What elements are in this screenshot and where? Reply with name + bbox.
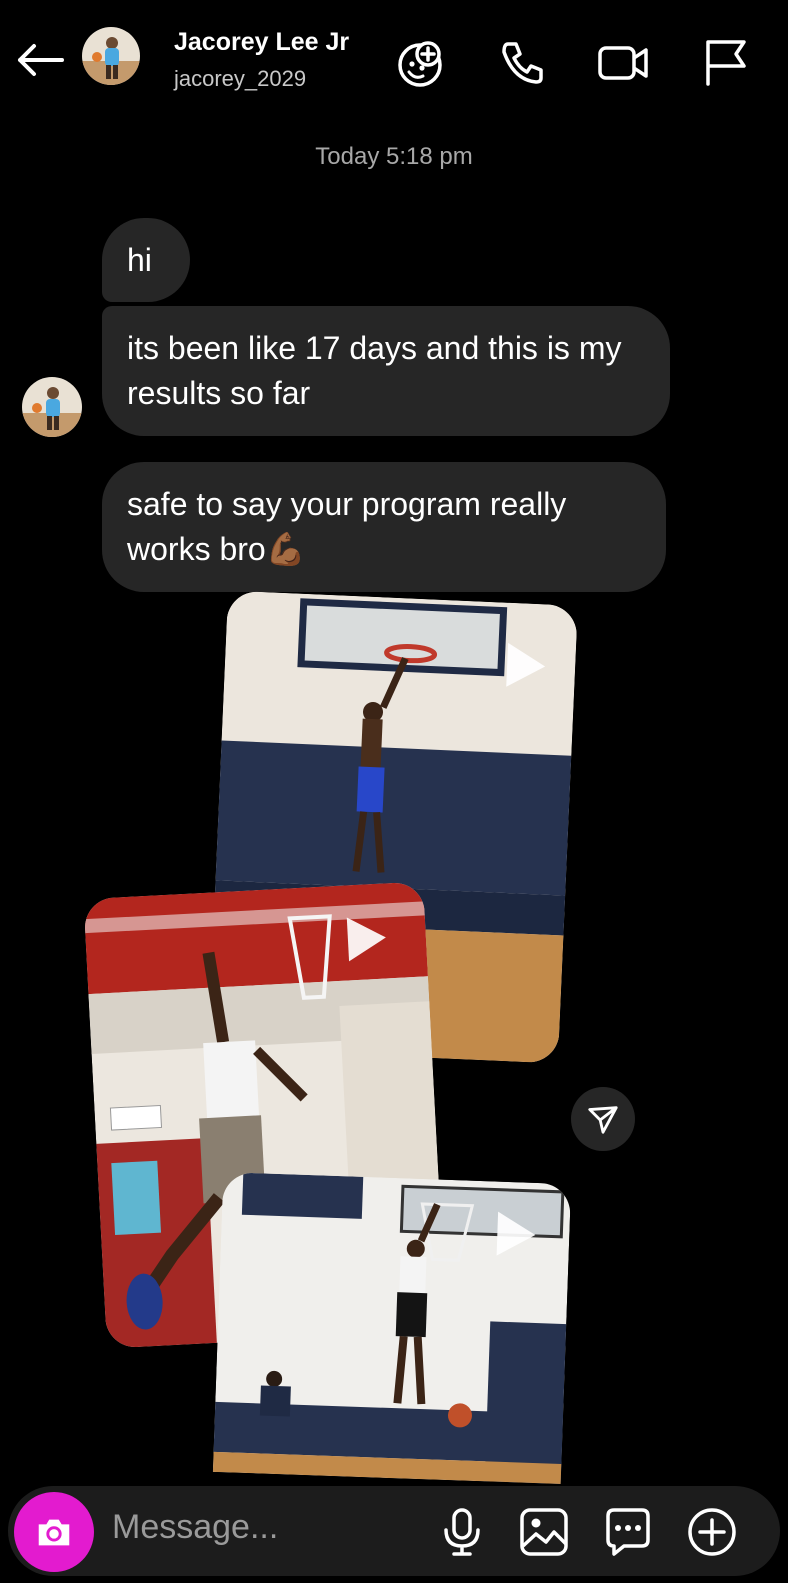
message-composer: Message... [8,1486,780,1576]
plus-icon[interactable] [684,1504,740,1560]
chat-header: Jacorey Lee Jr jacorey_2029 [0,0,788,120]
share-button[interactable] [571,1087,635,1151]
video-icon[interactable] [596,34,652,90]
message-text: hi [127,241,152,278]
play-icon [506,642,547,689]
message-timestamp: Today 5:18 pm [315,143,473,170]
back-arrow-icon[interactable] [12,38,68,82]
contact-username: jacorey_2029 [174,66,307,91]
camera-button[interactable] [14,1492,94,1572]
message-text: its been like 17 days and this is my res… [127,330,622,411]
microphone-icon[interactable] [434,1504,490,1560]
send-icon [588,1106,618,1134]
avatar[interactable] [82,27,140,85]
play-icon [496,1211,537,1257]
sticker-icon[interactable] [600,1504,656,1560]
message-input[interactable]: Message... [112,1508,278,1547]
add-people-icon[interactable] [392,34,448,90]
gallery-icon[interactable] [516,1504,572,1560]
message-bubble[interactable]: hi [102,218,190,302]
camera-icon [38,1519,70,1546]
message-text: safe to say your program really works br… [127,486,567,567]
message-bubble[interactable]: safe to say your program really works br… [102,462,666,592]
video-thumbnail[interactable] [212,1172,572,1484]
contact-name[interactable]: Jacorey Lee Jr [174,28,349,57]
phone-icon[interactable] [494,34,550,90]
play-icon [346,915,388,962]
sender-avatar[interactable] [22,377,82,437]
flag-icon[interactable] [698,34,754,90]
message-bubble[interactable]: its been like 17 days and this is my res… [102,306,670,436]
